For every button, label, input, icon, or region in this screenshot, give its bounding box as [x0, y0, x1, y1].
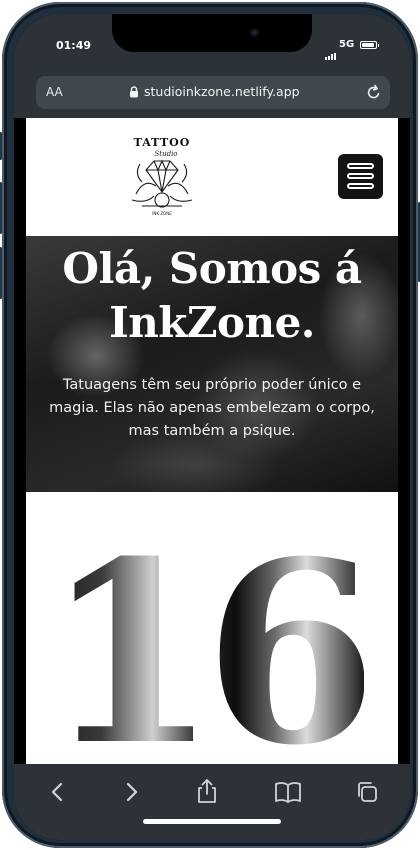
browser-bottom-toolbar — [14, 764, 410, 840]
browser-top-bar: AA studioinkzone.netlify.app — [14, 72, 410, 118]
site-header: TATTOO Studio INK ZONE — [26, 118, 398, 236]
reload-icon[interactable] — [366, 84, 382, 101]
svg-text:TATTOO: TATTOO — [134, 136, 191, 149]
address-bar[interactable]: AA studioinkzone.netlify.app — [36, 76, 390, 109]
home-indicator[interactable] — [143, 819, 281, 824]
url-text[interactable]: studioinkzone.netlify.app — [144, 84, 300, 99]
phone-frame: 01:49 5G AA studioinkzone.netlify.app TA… — [0, 2, 420, 848]
tattoo-studio-logo[interactable]: TATTOO Studio INK ZONE — [122, 134, 202, 220]
network-type: 5G — [339, 39, 355, 50]
book-icon[interactable] — [272, 776, 304, 808]
tabs-icon[interactable] — [351, 776, 383, 808]
phone-screen: 01:49 5G AA studioinkzone.netlify.app TA… — [14, 14, 410, 840]
stat-number: 16 — [44, 528, 378, 764]
signal-icon — [325, 41, 337, 60]
web-content: TATTOO Studio INK ZONE Olá, Somos á InkZ… — [26, 118, 398, 764]
hero-title: Olá, Somos á InkZone. — [62, 244, 362, 347]
front-camera — [250, 28, 259, 37]
svg-text:Studio: Studio — [154, 150, 177, 158]
hamburger-menu-icon[interactable] — [338, 154, 383, 199]
lock-icon — [130, 86, 138, 98]
battery-icon — [360, 41, 379, 49]
side-button-volume-up — [0, 182, 2, 234]
chevron-left-icon[interactable] — [42, 776, 74, 808]
hero-section: Olá, Somos á InkZone. Tatuagens têm seu … — [26, 236, 398, 492]
side-button-mute — [0, 132, 2, 160]
text-size-button[interactable]: AA — [46, 85, 63, 99]
share-icon[interactable] — [191, 776, 223, 808]
svg-text:INK ZONE: INK ZONE — [152, 211, 172, 216]
notch — [112, 14, 312, 52]
chevron-right-icon[interactable] — [115, 776, 147, 808]
side-button-volume-down — [0, 247, 2, 299]
hero-subtitle: Tatuagens têm seu próprio poder único e … — [49, 377, 375, 439]
stats-section: 16 — [26, 492, 398, 764]
status-time: 01:49 — [56, 39, 92, 52]
